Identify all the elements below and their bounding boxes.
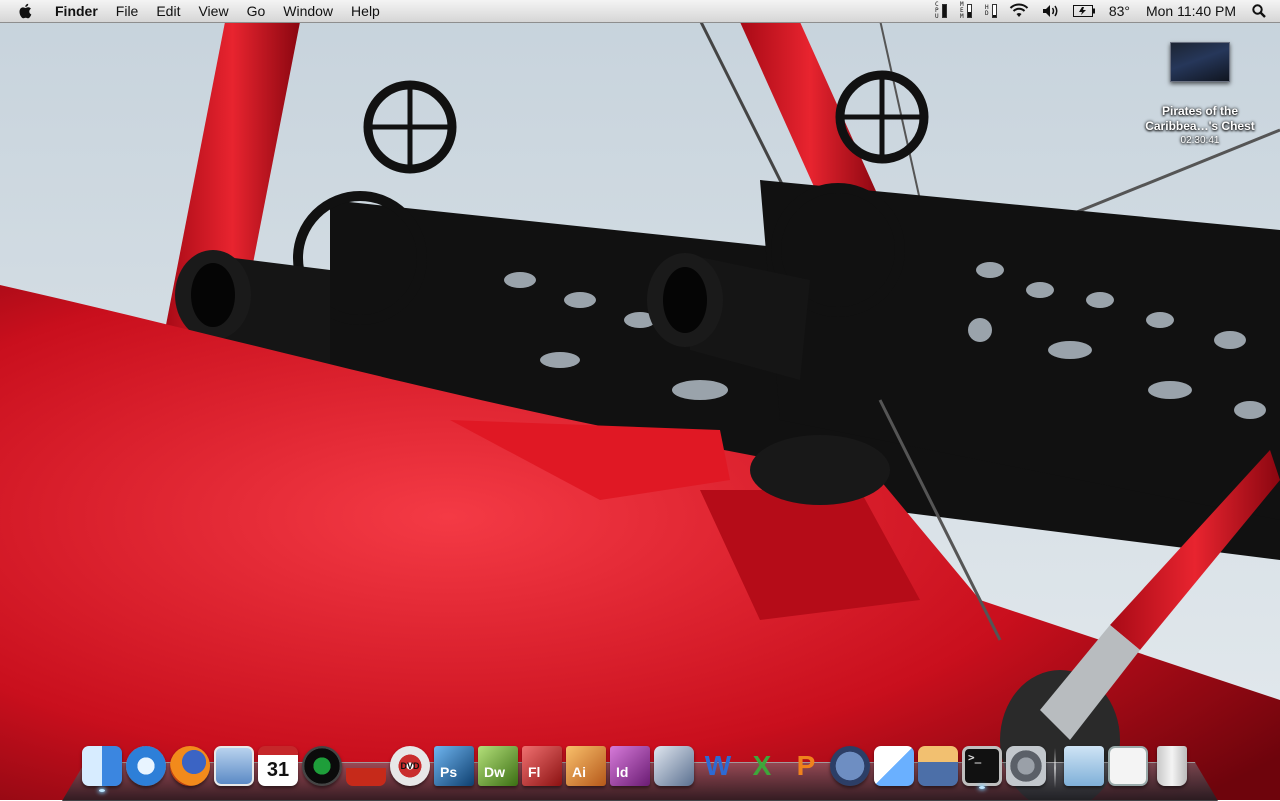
ical-date: 31 — [266, 759, 290, 781]
indesign-icon[interactable]: Id — [610, 746, 650, 786]
menu-clock[interactable]: Mon 11:40 PM — [1138, 0, 1244, 22]
word-label: W — [704, 750, 732, 781]
indesign-label: Id — [616, 764, 629, 780]
folder-icon[interactable] — [1064, 746, 1104, 786]
flash-label: Fl — [528, 764, 541, 780]
battery-icon[interactable] — [1067, 0, 1101, 22]
flash-icon[interactable]: Fl — [522, 746, 562, 786]
desktop-file-name[interactable]: Pirates of the Caribbea…'s Chest — [1130, 104, 1270, 134]
system-preferences-icon[interactable] — [1006, 746, 1046, 786]
menu-help[interactable]: Help — [342, 0, 389, 22]
volume-icon[interactable] — [1035, 0, 1067, 22]
illustrator-label: Ai — [572, 764, 586, 780]
menu-window[interactable]: Window — [274, 0, 342, 22]
status-area: CPU MEM HD 83° Mon 11:40 PM — [928, 0, 1280, 22]
menu-view[interactable]: View — [189, 0, 237, 22]
powerpoint-icon[interactable]: P — [786, 746, 826, 786]
disk-meter-icon[interactable]: HD — [978, 0, 1003, 22]
powerpoint-label: P — [796, 750, 816, 781]
finder-icon[interactable] — [82, 746, 122, 792]
dreamweaver-icon[interactable]: Dw — [478, 746, 518, 786]
pen-tool-icon[interactable] — [830, 746, 870, 786]
photoshop-icon[interactable]: Ps — [434, 746, 474, 786]
trash-icon[interactable] — [1157, 746, 1187, 786]
menu-app-finder[interactable]: Finder — [46, 0, 107, 22]
temperature-readout[interactable]: 83° — [1101, 0, 1138, 22]
memory-meter-icon[interactable]: MEM — [953, 0, 978, 22]
illustrator-icon[interactable]: Ai — [566, 746, 606, 786]
safari-icon[interactable] — [126, 746, 166, 786]
cpu-meter-bar — [941, 4, 947, 18]
terminal-prompt: >_ — [968, 751, 982, 764]
cpu-meter-label: CPU — [935, 1, 939, 20]
menu-file[interactable]: File — [107, 0, 148, 22]
disk-meter-label: HD — [985, 4, 989, 17]
desktop-file-duration: 02:30:41 — [1180, 135, 1220, 146]
menu-bar: Finder File Edit View Go Window Help CPU… — [0, 0, 1280, 23]
preview-icon[interactable] — [1108, 746, 1148, 786]
keynote-icon[interactable] — [918, 746, 958, 786]
apple-menu-icon[interactable] — [0, 2, 46, 20]
memory-meter-label: MEM — [960, 1, 964, 20]
iphoto-icon[interactable] — [654, 746, 694, 786]
menu-go[interactable]: Go — [238, 0, 275, 22]
firefox-icon[interactable] — [170, 746, 210, 786]
numbers-icon[interactable] — [874, 746, 914, 786]
ical-icon[interactable]: 31 — [258, 746, 298, 786]
cpu-meter-icon[interactable]: CPU — [928, 0, 953, 22]
terminal-icon[interactable]: >_ — [962, 746, 1002, 789]
memory-meter-bar — [966, 4, 972, 18]
excel-icon[interactable]: X — [742, 746, 782, 786]
wifi-icon[interactable] — [1003, 0, 1035, 22]
photoshop-label: Ps — [440, 764, 458, 780]
dock-separator — [1054, 748, 1056, 788]
dvd-label: DVD — [400, 761, 420, 771]
disk-meter-bar — [991, 4, 997, 18]
spotlight-search-icon[interactable] — [1244, 0, 1280, 22]
desktop-wallpaper — [0, 0, 1280, 800]
movie-thumbnail-icon[interactable] — [1170, 42, 1230, 82]
launcher-icon[interactable] — [346, 746, 386, 786]
itunes-icon[interactable] — [302, 746, 342, 786]
word-icon[interactable]: W — [698, 746, 738, 786]
mail-icon[interactable] — [214, 746, 254, 786]
desktop-movie-file[interactable]: Pirates of the Caribbea…'s Chest 02:30:4… — [1130, 42, 1270, 148]
menu-edit[interactable]: Edit — [147, 0, 189, 22]
dvd-player-icon[interactable]: DVD — [390, 746, 430, 786]
dock: 31 DVD Ps Dw Fl Ai Id W X P >_ — [80, 742, 1194, 792]
excel-label: X — [752, 750, 772, 781]
dreamweaver-label: Dw — [484, 764, 505, 780]
